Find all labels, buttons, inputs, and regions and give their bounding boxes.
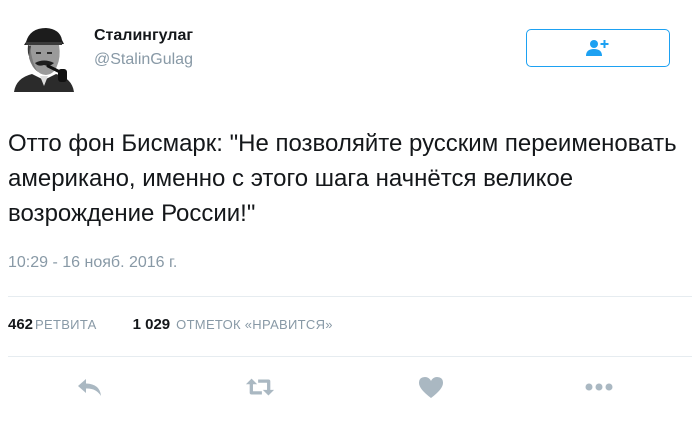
tweet-stats: 462 РЕТВИТА 1 029 ОТМЕТОК «НРАВИТСЯ» bbox=[8, 316, 333, 336]
reply-button[interactable] bbox=[75, 374, 105, 400]
tweet-timestamp[interactable]: 10:29 - 16 нояб. 2016 г. bbox=[8, 254, 177, 272]
likes-label: ОТМЕТОК «НРАВИТСЯ» bbox=[176, 317, 333, 332]
tweet-header: Сталингулаг @StalinGulag bbox=[0, 0, 700, 110]
retweet-icon bbox=[245, 378, 275, 396]
tweet-text: Отто фон Бисмарк: "Не позволяйте русским… bbox=[8, 130, 677, 227]
author-name[interactable]: Сталингулаг bbox=[94, 27, 193, 45]
avatar[interactable] bbox=[8, 20, 80, 92]
tweet-card: Сталингулаг @StalinGulag Отто фон Бисмар… bbox=[0, 0, 700, 423]
retweet-button[interactable] bbox=[245, 374, 275, 400]
retweets-count: 462 bbox=[8, 316, 34, 333]
more-icon bbox=[585, 383, 613, 391]
retweets-label: РЕТВИТА bbox=[35, 317, 97, 332]
author-handle[interactable]: @StalinGulag bbox=[94, 51, 193, 69]
reply-icon bbox=[78, 379, 101, 396]
retweets-stat[interactable]: 462 РЕТВИТА bbox=[8, 316, 97, 334]
likes-count: 1 029 bbox=[132, 316, 171, 333]
follow-button[interactable] bbox=[526, 29, 670, 67]
divider bbox=[8, 296, 692, 297]
more-button[interactable] bbox=[584, 374, 614, 400]
likes-stat[interactable]: 1 029 ОТМЕТОК «НРАВИТСЯ» bbox=[133, 316, 333, 334]
stalin-portrait-avatar-icon bbox=[8, 20, 80, 92]
add-user-icon bbox=[586, 40, 609, 56]
like-button[interactable] bbox=[416, 374, 446, 400]
divider bbox=[8, 356, 692, 357]
tweet-actions bbox=[0, 364, 700, 410]
heart-icon bbox=[419, 376, 443, 398]
